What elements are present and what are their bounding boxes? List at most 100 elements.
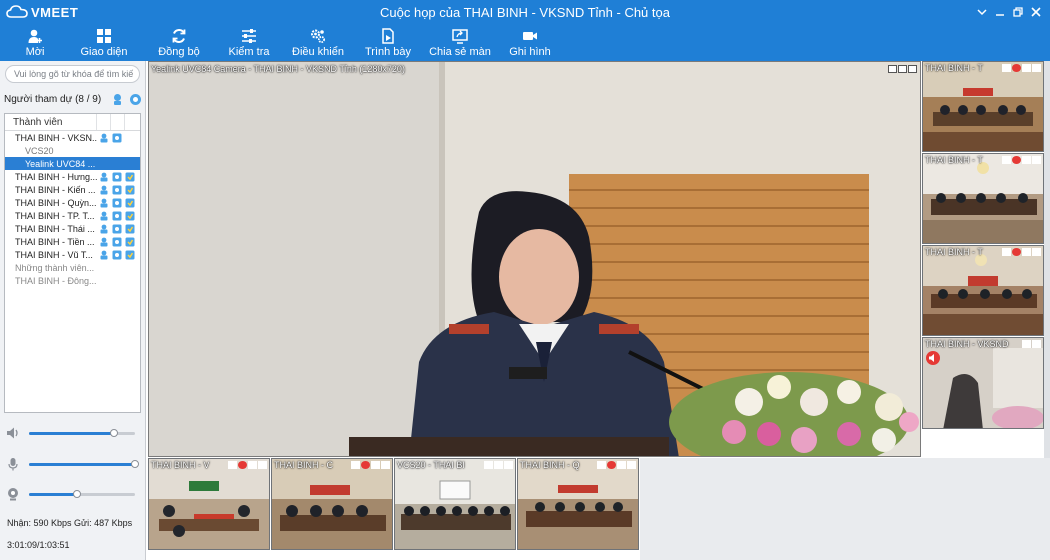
- right-thumbnail-column: THAI BINH - T THAI BINH - T THAI BINH - …: [922, 61, 1044, 429]
- user-status-icon[interactable]: [98, 171, 110, 182]
- bottom-thumb-4[interactable]: THAI BINH - Q: [517, 458, 639, 550]
- chat-status-icon[interactable]: [124, 210, 136, 221]
- monitor-icon: [1032, 64, 1041, 72]
- user-status-icon[interactable]: [98, 184, 110, 195]
- camera-status-icon[interactable]: [111, 249, 123, 260]
- camera-status-icon[interactable]: [111, 184, 123, 195]
- participant-name: VCS20: [25, 145, 54, 156]
- participant-row[interactable]: THAI BINH - Vũ T...: [5, 248, 140, 261]
- right-edge: [1044, 61, 1050, 458]
- right-thumb-4[interactable]: THAI BINH - VKSND: [922, 337, 1044, 429]
- participant-row[interactable]: THAI BINH - Đông...: [5, 274, 140, 287]
- user-status-icon[interactable]: [98, 236, 110, 247]
- user-status-icon[interactable]: [98, 210, 110, 221]
- invite-button[interactable]: Mời: [6, 24, 64, 61]
- mic-status-icon: [351, 461, 360, 469]
- chat-icon: [1022, 156, 1031, 164]
- monitor-icon: [494, 461, 503, 469]
- window-controls: [972, 4, 1044, 20]
- right-thumb-3[interactable]: THAI BINH - T: [922, 245, 1044, 336]
- chat-status-icon[interactable]: [124, 171, 136, 182]
- camera-status-icon[interactable]: [111, 197, 123, 208]
- chat-status-icon[interactable]: [124, 249, 136, 260]
- mic-volume-slider[interactable]: [6, 457, 140, 471]
- chat-icon: [1022, 248, 1031, 256]
- participant-row[interactable]: THAI BINH - Kiến ...: [5, 183, 140, 196]
- right-thumb-3-label: THAI BINH - T: [925, 247, 983, 257]
- app-logo-text: VMEET: [31, 4, 79, 20]
- main-video-label: Yealink UVC84 Camera - THAI BINH - VKSND…: [151, 64, 405, 74]
- share-screen-icon: [452, 29, 468, 44]
- right-thumb-1[interactable]: THAI BINH - T: [922, 61, 1044, 152]
- participant-row[interactable]: VCS20: [5, 144, 140, 157]
- check-button[interactable]: Kiểm tra: [214, 24, 284, 61]
- participant-row[interactable]: THAI BINH - TP. T...: [5, 209, 140, 222]
- person-icon: [888, 65, 897, 73]
- mic-volume-fill: [29, 463, 135, 466]
- participant-name: THAI BINH - Đông...: [15, 275, 97, 286]
- chat-status-icon[interactable]: [124, 184, 136, 195]
- bottom-thumb-3[interactable]: VCS20 - THAI BI: [394, 458, 516, 550]
- user-status-icon[interactable]: [98, 197, 110, 208]
- close-icon[interactable]: [1028, 4, 1044, 20]
- participant-row[interactable]: THAI BINH - Quỳn...: [5, 196, 140, 209]
- search-input[interactable]: Vui lòng gõ từ khóa để tìm kiế: [5, 65, 140, 83]
- muted-icon: [1012, 156, 1021, 164]
- user-status-icon[interactable]: [98, 249, 110, 260]
- chat-status-icon[interactable]: [124, 223, 136, 234]
- monitor-icon: [1032, 156, 1041, 164]
- share-screen-button[interactable]: Chia sẻ màn: [424, 24, 496, 61]
- camera-status-icon[interactable]: [111, 210, 123, 221]
- record-button[interactable]: Ghi hình: [496, 24, 564, 61]
- camera-level-knob[interactable]: [72, 490, 81, 498]
- right-thumb-1-label: THAI BINH - T: [925, 63, 983, 73]
- meeting-timer: 3:01:09/1:03:51: [7, 540, 70, 550]
- participant-row[interactable]: THAI BINH - Hưng...: [5, 170, 140, 183]
- camera-status-icon[interactable]: [111, 132, 123, 143]
- control-button[interactable]: Điều khiển: [284, 24, 352, 61]
- camera-level-slider[interactable]: [6, 487, 140, 501]
- participant-row[interactable]: Những thành viên...: [5, 261, 140, 274]
- bottom-thumb-3-label: VCS20 - THAI BI: [397, 460, 465, 470]
- monitor-icon: [258, 461, 267, 469]
- participant-row[interactable]: THAI BINH - VKSN...: [5, 131, 140, 144]
- layout-button[interactable]: Giao diện: [64, 24, 144, 61]
- participant-row[interactable]: THAI BINH - Tiền ...: [5, 235, 140, 248]
- camera-settings-icon[interactable]: [129, 93, 142, 106]
- camera-status-icon[interactable]: [111, 171, 123, 182]
- right-thumb-4-label: THAI BINH - VKSND: [925, 339, 1009, 349]
- main-video[interactable]: Yealink UVC84 Camera - THAI BINH - VKSND…: [148, 61, 921, 457]
- sliders-icon: [242, 29, 256, 43]
- participant-name: THAI BINH - TP. T...: [15, 210, 95, 221]
- speaker-volume-knob[interactable]: [109, 429, 118, 437]
- muted-icon: [1012, 248, 1021, 256]
- minimize-icon[interactable]: [992, 4, 1008, 20]
- sync-label: Đồng bộ: [158, 46, 200, 58]
- participant-name: THAI BINH - Quỳn...: [15, 197, 97, 208]
- user-status-icon[interactable]: [98, 223, 110, 234]
- user-status-icon[interactable]: [98, 132, 110, 143]
- bottom-thumb-4-label: THAI BINH - Q: [520, 460, 580, 470]
- participant-row[interactable]: THAI BINH - Thái ...: [5, 222, 140, 235]
- camera-status-icon[interactable]: [111, 236, 123, 247]
- right-thumb-2[interactable]: THAI BINH - T: [922, 153, 1044, 244]
- person-icon: [484, 461, 493, 469]
- hand-raise-icon[interactable]: [111, 93, 124, 106]
- mic-volume-knob[interactable]: [131, 460, 139, 468]
- invite-label: Mời: [25, 46, 45, 58]
- sync-button[interactable]: Đồng bộ: [144, 24, 214, 61]
- restore-icon[interactable]: [1010, 4, 1026, 20]
- list-header: Thành viên: [5, 114, 140, 131]
- speaker-volume-slider[interactable]: [6, 426, 140, 440]
- chat-status-icon[interactable]: [124, 236, 136, 247]
- chat-status-icon[interactable]: [124, 197, 136, 208]
- app-window: VMEET Cuộc họp của THAI BINH - VKSND Tỉn…: [0, 0, 1050, 560]
- chat-icon: [248, 461, 257, 469]
- bottom-thumb-2[interactable]: THAI BINH - C: [271, 458, 393, 550]
- chevron-down-icon[interactable]: [974, 4, 990, 20]
- participant-row[interactable]: Yealink UVC84 ...: [5, 157, 140, 170]
- column-header-member[interactable]: Thành viên: [5, 114, 97, 130]
- present-button[interactable]: Trình bày: [352, 24, 424, 61]
- camera-status-icon[interactable]: [111, 223, 123, 234]
- bottom-thumb-1[interactable]: THAI BINH - V: [148, 458, 270, 550]
